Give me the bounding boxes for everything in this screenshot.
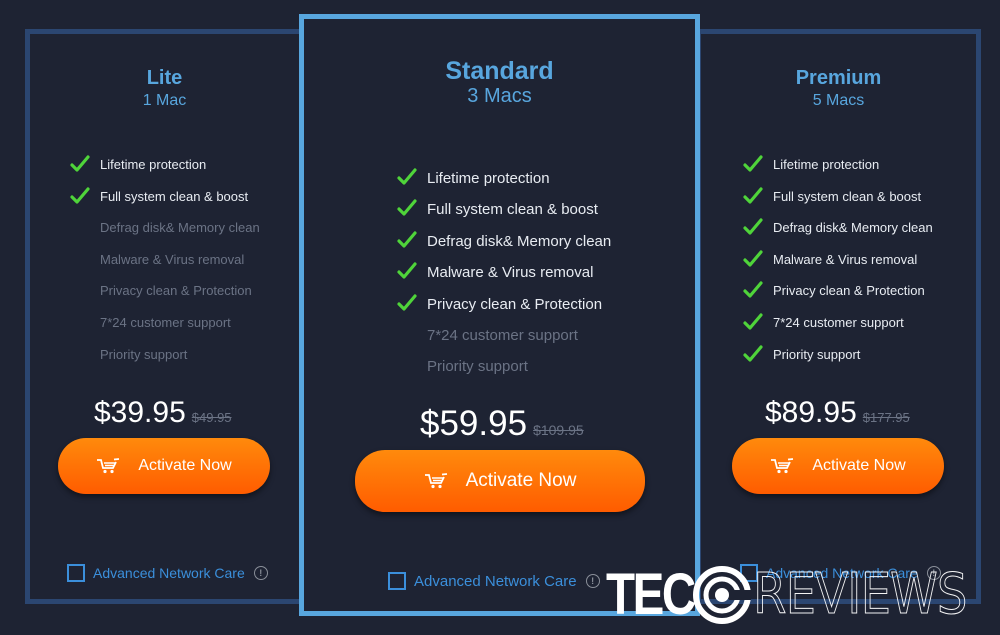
feature-label: Defrag disk& Memory clean	[773, 220, 933, 236]
info-icon[interactable]: !	[585, 574, 600, 588]
check-icon	[70, 186, 90, 204]
check-icon	[397, 168, 417, 185]
price-row: $59.95 $109.95	[420, 404, 584, 444]
check-icon	[397, 262, 417, 279]
feature-label: Full system clean & boost	[773, 188, 922, 204]
shopping-cart-icon	[771, 458, 794, 474]
activate-now-button[interactable]: Activate Now	[355, 450, 645, 512]
price-row: $39.95 $49.95	[94, 396, 232, 430]
check-icon	[743, 281, 763, 298]
plan-devices: 1 Mac	[142, 92, 187, 109]
plan-devices: 3 Macs	[467, 85, 532, 107]
check-icon	[397, 293, 417, 311]
original-price: $177.95	[862, 410, 910, 425]
plan-name: Lite	[146, 67, 183, 89]
feature-label: Full system clean & boost	[427, 201, 598, 219]
check-icon	[743, 218, 763, 235]
shopping-cart-icon	[97, 458, 120, 474]
feature-label: Priority support	[773, 346, 861, 362]
info-icon[interactable]: !	[253, 566, 268, 580]
price-row: $89.95 $177.95	[765, 396, 910, 430]
check-icon	[70, 155, 90, 172]
feature-label: Priority support	[100, 346, 188, 362]
addon-label[interactable]: Advanced Network Care	[414, 573, 577, 590]
feature-label: Malware & Virus removal	[427, 264, 594, 282]
feature-label: 7*24 customer support	[427, 326, 578, 344]
tecreviews-watermark: TEC REVIEWS	[606, 562, 1000, 627]
check-icon	[743, 186, 763, 204]
feature-label: Privacy clean & Protection	[100, 283, 252, 299]
plan-card-lite: Lite 1 Mac Lifetime protection Full syste…	[25, 29, 304, 604]
price: $39.95	[94, 396, 186, 429]
feature-label: Defrag disk& Memory clean	[427, 232, 612, 250]
feature-label: Malware & Virus removal	[773, 251, 918, 267]
price: $59.95	[420, 404, 528, 443]
original-price: $109.95	[533, 422, 584, 438]
feature-label: Full system clean & boost	[100, 188, 249, 204]
check-icon	[743, 250, 763, 267]
feature-label: Defrag disk& Memory clean	[100, 220, 260, 236]
addon-advanced-network-care: Advanced Network Care !	[388, 572, 600, 590]
check-icon	[743, 344, 763, 362]
feature-label: Privacy clean & Protection	[427, 295, 603, 313]
plan-card-standard: Standard 3 Macs Lifetime protection Full …	[299, 14, 700, 616]
target-logo-icon	[693, 566, 751, 624]
addon-advanced-network-care: Advanced Network Care !	[67, 564, 268, 582]
feature-label: Malware & Virus removal	[100, 251, 245, 267]
feature-label: Privacy clean & Protection	[773, 283, 925, 299]
plan-name: Standard	[445, 57, 554, 85]
original-price: $49.95	[191, 410, 232, 425]
price: $89.95	[765, 396, 857, 429]
feature-label: Lifetime protection	[100, 157, 207, 172]
watermark-bold-text: TEC	[606, 562, 696, 627]
watermark-thin-text: REVIEWS	[753, 562, 968, 627]
feature-label: Priority support	[427, 358, 528, 376]
plan-card-premium: Premium 5 Macs Lifetime protection Full s…	[696, 29, 981, 604]
plan-name: Premium	[795, 67, 882, 89]
addon-label[interactable]: Advanced Network Care	[93, 565, 245, 581]
check-icon	[397, 231, 417, 248]
activate-now-button[interactable]: Activate Now	[58, 438, 270, 494]
button-label: Activate Now	[138, 457, 232, 474]
button-label: Activate Now	[812, 457, 906, 474]
addon-checkbox[interactable]	[67, 564, 85, 582]
feature-label: 7*24 customer support	[773, 314, 904, 330]
feature-label: Lifetime protection	[427, 170, 550, 187]
feature-label: Lifetime protection	[773, 157, 880, 172]
plan-devices: 5 Macs	[812, 92, 865, 109]
check-icon	[743, 155, 763, 172]
feature-label: 7*24 customer support	[100, 314, 231, 330]
shopping-cart-icon	[424, 473, 447, 489]
addon-checkbox[interactable]	[388, 572, 406, 590]
activate-now-button[interactable]: Activate Now	[732, 438, 944, 494]
check-icon	[397, 199, 417, 216]
button-label: Activate Now	[465, 470, 577, 491]
check-icon	[743, 313, 763, 330]
